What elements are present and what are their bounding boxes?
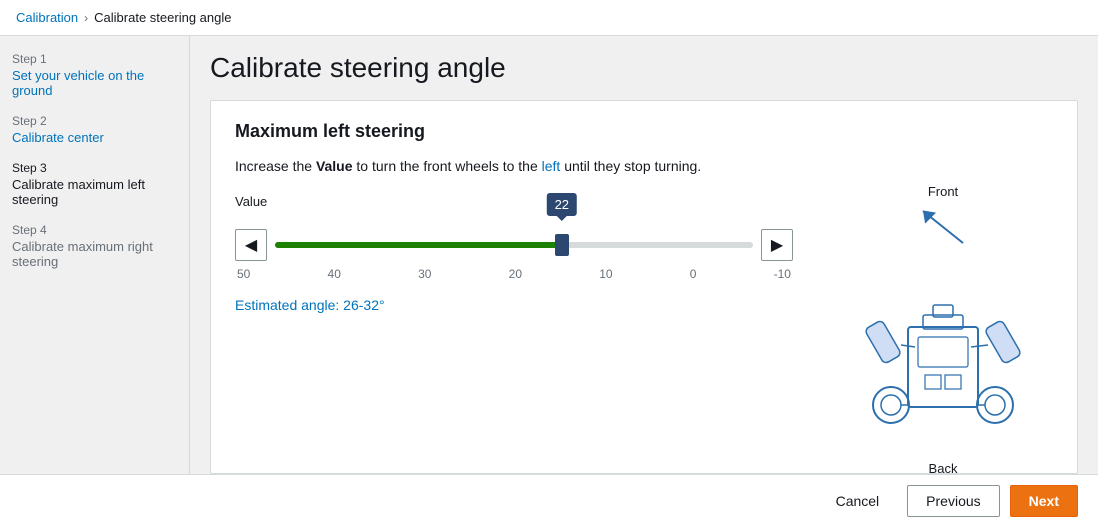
page-title: Calibrate steering angle [210, 52, 1078, 84]
robot-arrow [913, 203, 973, 253]
robot-back-label: Back [929, 461, 958, 474]
slider-thumb[interactable] [555, 234, 569, 256]
next-button[interactable]: Next [1010, 485, 1078, 517]
estimated-angle: Estimated angle: 26-32° [235, 297, 793, 313]
step2-title[interactable]: Calibrate center [12, 130, 177, 145]
tick-20: 20 [509, 267, 522, 281]
slider-row: ◀ 22 ▶ [235, 229, 793, 261]
cancel-button[interactable]: Cancel [818, 486, 898, 516]
content-area: Calibrate steering angle Maximum left st… [190, 36, 1098, 474]
card: Maximum left steering Increase the Value… [210, 100, 1078, 474]
tick-neg10: -10 [774, 267, 791, 281]
step2-label: Step 2 [12, 114, 177, 128]
slider-section: Value ◀ 22 ▶ [235, 194, 1053, 474]
slider-increment-button[interactable]: ▶ [761, 229, 793, 261]
instruction-highlight: left [542, 158, 561, 174]
breadcrumb-bar: Calibration › Calibrate steering angle [0, 0, 1098, 36]
sidebar-item-step1[interactable]: Step 1 Set your vehicle on the ground [12, 52, 177, 98]
slider-track-wrapper[interactable]: 22 [275, 229, 753, 261]
step3-label: Step 3 [12, 161, 177, 175]
sidebar: Step 1 Set your vehicle on the ground St… [0, 36, 190, 474]
footer: Cancel Previous Next [0, 474, 1098, 526]
breadcrumb-parent-link[interactable]: Calibration [16, 10, 78, 25]
instruction-middle: to turn the front wheels to the [353, 158, 542, 174]
step4-label: Step 4 [12, 223, 177, 237]
instruction-bold: Value [316, 158, 353, 174]
tick-40: 40 [328, 267, 341, 281]
breadcrumb-separator: › [84, 11, 88, 25]
tick-30: 30 [418, 267, 431, 281]
slider-container: Value ◀ 22 ▶ [235, 194, 793, 313]
step4-title: Calibrate maximum right steering [12, 239, 177, 269]
sidebar-item-step3: Step 3 Calibrate maximum left steering [12, 161, 177, 207]
instruction-text: Increase the Value to turn the front whe… [235, 158, 1053, 174]
card-section-title: Maximum left steering [235, 121, 1053, 142]
slider-tooltip: 22 [547, 193, 577, 216]
instruction-suffix: until they stop turning. [560, 158, 701, 174]
robot-front-label: Front [928, 184, 958, 199]
value-label: Value [235, 194, 793, 209]
previous-button[interactable]: Previous [907, 485, 999, 517]
slider-track-fill [275, 242, 562, 248]
slider-ticks: 50 40 30 20 10 0 -10 [235, 267, 793, 281]
step1-title[interactable]: Set your vehicle on the ground [12, 68, 177, 98]
step3-title: Calibrate maximum left steering [12, 177, 177, 207]
slider-track-bg [275, 242, 753, 248]
step1-label: Step 1 [12, 52, 177, 66]
breadcrumb-current: Calibrate steering angle [94, 10, 231, 25]
instruction-prefix: Increase the [235, 158, 316, 174]
sidebar-item-step2[interactable]: Step 2 Calibrate center [12, 114, 177, 145]
tick-50: 50 [237, 267, 250, 281]
main-layout: Step 1 Set your vehicle on the ground St… [0, 36, 1098, 474]
sidebar-item-step4: Step 4 Calibrate maximum right steering [12, 223, 177, 269]
tick-10: 10 [599, 267, 612, 281]
robot-illustration: Front [833, 184, 1053, 474]
robot-svg [853, 257, 1033, 457]
slider-decrement-button[interactable]: ◀ [235, 229, 267, 261]
tick-0: 0 [690, 267, 697, 281]
